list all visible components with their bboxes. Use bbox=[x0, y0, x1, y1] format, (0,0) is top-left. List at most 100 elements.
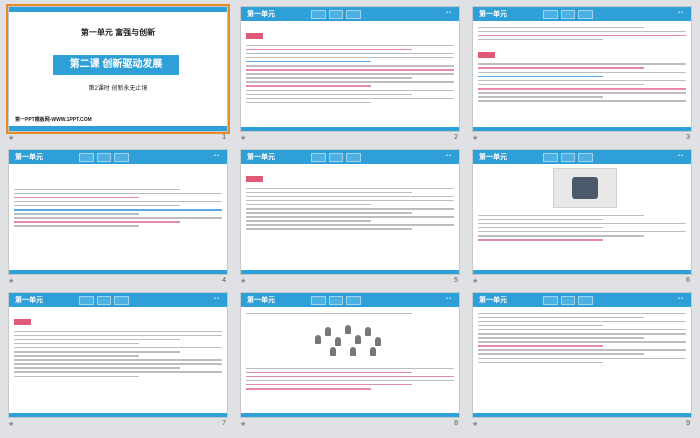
tab-chip bbox=[96, 153, 112, 162]
robot-icon bbox=[572, 177, 598, 199]
header-unit: 第一单元 bbox=[479, 297, 507, 304]
slide-body bbox=[14, 186, 222, 268]
slide-footer bbox=[9, 413, 227, 417]
slide-header: 第一单元 • • bbox=[241, 293, 459, 307]
slide-header: 第一单元 • • bbox=[9, 150, 227, 164]
period-title: 第2课时 创新永无止境 bbox=[88, 86, 148, 92]
tab-chip bbox=[560, 296, 576, 305]
cartoon-illustration bbox=[311, 321, 391, 359]
tab-chip bbox=[560, 153, 576, 162]
slide-header: 第一单元 • • bbox=[473, 7, 691, 21]
slide-thumbnail-1[interactable]: 第一单元 富强与创新 第二课 创新驱动发展 第2课时 创新永无止境 第一PPT模… bbox=[6, 4, 230, 134]
slide-thumbnail-4[interactable]: 第一单元 • • bbox=[8, 149, 228, 275]
slide-number-2: 2 bbox=[454, 134, 458, 141]
header-dots: • • bbox=[214, 153, 219, 159]
unit-title: 第一单元 富强与创新 bbox=[80, 28, 156, 37]
slide-header: 第一单元 • • bbox=[241, 150, 459, 164]
header-unit: 第一单元 bbox=[479, 11, 507, 18]
bottom-bar bbox=[9, 126, 227, 131]
slide-number-4: 4 bbox=[222, 277, 226, 284]
slide-thumbnail-6[interactable]: 第一单元 • • bbox=[472, 149, 692, 275]
slide-body bbox=[246, 365, 454, 411]
star-icon: ★ bbox=[472, 278, 479, 285]
section-tag bbox=[246, 176, 263, 182]
slide-footer bbox=[241, 413, 459, 417]
star-icon: ★ bbox=[472, 135, 479, 142]
tab-chip bbox=[560, 10, 576, 19]
header-dots: • • bbox=[678, 296, 683, 302]
star-icon: ★ bbox=[240, 135, 247, 142]
slide-footer bbox=[9, 270, 227, 274]
slide-thumbnail-2[interactable]: 第一单元 • • bbox=[240, 6, 460, 132]
tab-chip bbox=[328, 296, 344, 305]
header-dots: • • bbox=[678, 10, 683, 16]
top-bar bbox=[9, 7, 227, 12]
slide-footer bbox=[473, 127, 691, 131]
slide-body bbox=[246, 24, 454, 125]
tab-chip bbox=[346, 10, 362, 19]
tab-chip bbox=[311, 10, 326, 19]
tab-chip bbox=[346, 153, 362, 162]
header-unit: 第一单元 bbox=[247, 11, 275, 18]
lesson-title: 第二课 创新驱动发展 bbox=[53, 55, 179, 75]
slide-header: 第一单元 • • bbox=[473, 293, 691, 307]
slide-header: 第一单元 • • bbox=[473, 150, 691, 164]
slide-number-9: 9 bbox=[686, 420, 690, 427]
slide-number-3: 3 bbox=[686, 134, 690, 141]
illustration-image bbox=[553, 168, 617, 208]
star-icon: ★ bbox=[240, 421, 247, 428]
slide-footer bbox=[473, 413, 691, 417]
tab-chip bbox=[79, 296, 94, 305]
star-icon: ★ bbox=[8, 421, 15, 428]
header-unit: 第一单元 bbox=[15, 154, 43, 161]
header-dots: • • bbox=[446, 296, 451, 302]
slide-number-5: 5 bbox=[454, 277, 458, 284]
slide-thumbnail-5[interactable]: 第一单元 • • bbox=[240, 149, 460, 275]
star-icon: ★ bbox=[8, 135, 15, 142]
header-unit: 第一单元 bbox=[479, 154, 507, 161]
star-icon: ★ bbox=[240, 278, 247, 285]
slide-thumbnail-3[interactable]: 第一单元 • • bbox=[472, 6, 692, 132]
tab-chip bbox=[543, 296, 558, 305]
header-dots: • • bbox=[678, 153, 683, 159]
tab-chip bbox=[311, 153, 326, 162]
header-unit: 第一单元 bbox=[15, 297, 43, 304]
tab-chip bbox=[578, 296, 594, 305]
slide-thumbnail-7[interactable]: 第一单元 • • bbox=[8, 292, 228, 418]
slide-number-8: 8 bbox=[454, 420, 458, 427]
tab-chip bbox=[578, 10, 594, 19]
tab-chip bbox=[311, 296, 326, 305]
brand-text: 第一PPT模板网-WWW.1PPT.COM bbox=[15, 117, 92, 123]
slide-footer bbox=[241, 270, 459, 274]
tab-chip bbox=[346, 296, 362, 305]
slide-footer bbox=[473, 270, 691, 274]
slide-header: 第一单元 • • bbox=[241, 7, 459, 21]
slide-header: 第一单元 • • bbox=[9, 293, 227, 307]
slide-number-1: 1 bbox=[222, 134, 226, 141]
star-icon: ★ bbox=[472, 421, 479, 428]
header-dots: • • bbox=[446, 153, 451, 159]
header-unit: 第一单元 bbox=[247, 154, 275, 161]
slide-number-7: 7 bbox=[222, 420, 226, 427]
tab-chip bbox=[79, 153, 94, 162]
star-icon: ★ bbox=[8, 278, 15, 285]
slide-thumbnail-8[interactable]: 第一单元 • • bbox=[240, 292, 460, 418]
tab-chip bbox=[96, 296, 112, 305]
tab-chip bbox=[328, 10, 344, 19]
tab-chip bbox=[543, 153, 558, 162]
section-tag bbox=[246, 33, 263, 39]
header-unit: 第一单元 bbox=[247, 297, 275, 304]
slide-number-6: 6 bbox=[686, 277, 690, 284]
tab-chip bbox=[114, 153, 130, 162]
slide-footer bbox=[241, 127, 459, 131]
tab-chip bbox=[543, 10, 558, 19]
slide-thumbnail-9[interactable]: 第一单元 • • bbox=[472, 292, 692, 418]
slide-body bbox=[246, 310, 454, 318]
header-dots: • • bbox=[214, 296, 219, 302]
slide-sorter-grid: 第一单元 富强与创新 第二课 创新驱动发展 第2课时 创新永无止境 第一PPT模… bbox=[0, 0, 700, 438]
slide-body bbox=[478, 310, 686, 411]
tab-chip bbox=[578, 153, 594, 162]
slide-body bbox=[14, 310, 222, 411]
header-dots: • • bbox=[446, 10, 451, 16]
section-tag bbox=[478, 51, 495, 58]
